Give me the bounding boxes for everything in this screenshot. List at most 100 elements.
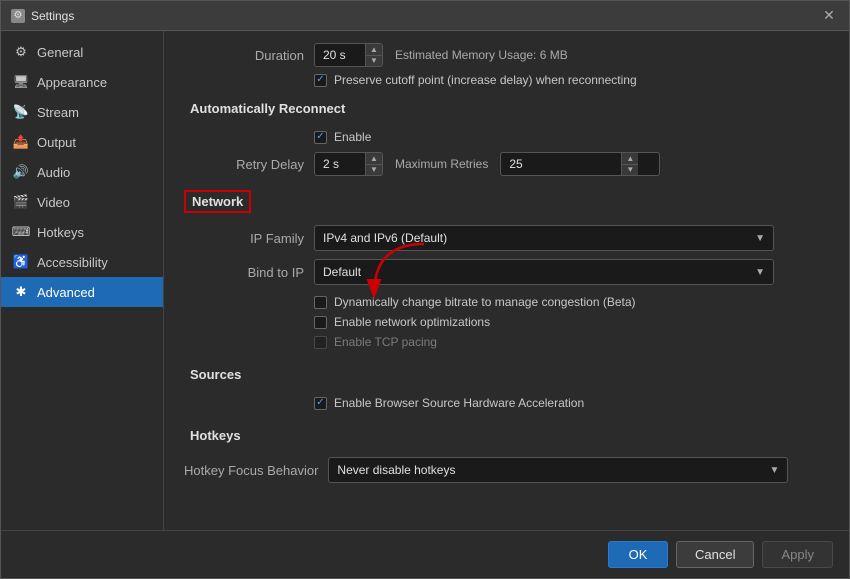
hotkey-focus-dropdown[interactable]: Never disable hotkeys ▼ — [328, 457, 788, 483]
max-retries-value: 25 — [501, 157, 621, 171]
audio-icon: 🔊 — [13, 164, 29, 180]
hotkeys-title: Hotkeys — [184, 426, 247, 445]
enable-row: Enable — [314, 130, 829, 144]
close-button[interactable]: ✕ — [819, 6, 839, 26]
appearance-icon: 🖥 — [13, 74, 29, 90]
window-title: Settings — [31, 9, 74, 23]
duration-spinner[interactable]: 20 s ▲ ▼ — [314, 43, 383, 67]
auto-reconnect-title: Automatically Reconnect — [184, 99, 351, 118]
retry-delay-btns: ▲ ▼ — [365, 153, 382, 175]
tcp-pacing-row: Enable TCP pacing — [314, 335, 829, 349]
sidebar-label-general: General — [37, 45, 83, 60]
network-section: Network IP Family IPv4 and IPv6 (Default… — [184, 190, 829, 349]
sidebar-item-output[interactable]: 📤 Output — [1, 127, 163, 157]
dynamic-bitrate-row: Dynamically change bitrate to manage con… — [314, 295, 829, 309]
general-icon: ⚙ — [13, 44, 29, 60]
max-retries-label: Maximum Retries — [395, 157, 488, 171]
tcp-pacing-label: Enable TCP pacing — [334, 335, 437, 349]
duration-decrement[interactable]: ▼ — [366, 55, 382, 66]
max-retries-btns: ▲ ▼ — [621, 153, 638, 175]
duration-label: Duration — [184, 48, 304, 63]
title-bar-left: ⚙ Settings — [11, 9, 74, 23]
bind-ip-dropdown[interactable]: Default ▼ — [314, 259, 774, 285]
settings-window: ⚙ Settings ✕ ⚙ General 🖥 Appearance 📡 St… — [0, 0, 850, 579]
hotkeys-section: Hotkeys Hotkey Focus Behavior Never disa… — [184, 426, 829, 483]
sidebar-label-accessibility: Accessibility — [37, 255, 108, 270]
auto-reconnect-header: Automatically Reconnect — [184, 99, 829, 118]
browser-accel-checkbox[interactable] — [314, 397, 327, 410]
enable-label: Enable — [334, 130, 371, 144]
ip-family-dropdown[interactable]: IPv4 and IPv6 (Default) ▼ — [314, 225, 774, 251]
network-opt-label: Enable network optimizations — [334, 315, 490, 329]
preserve-checkbox[interactable] — [314, 74, 327, 87]
hotkey-focus-label: Hotkey Focus Behavior — [184, 463, 318, 478]
sidebar-item-advanced[interactable]: ✱ Advanced — [1, 277, 163, 307]
hotkey-focus-value: Never disable hotkeys — [337, 463, 455, 477]
preserve-label: Preserve cutoff point (increase delay) w… — [334, 73, 637, 87]
sources-section: Sources Enable Browser Source Hardware A… — [184, 365, 829, 410]
accessibility-icon: ♿ — [13, 254, 29, 270]
sources-header: Sources — [184, 365, 829, 384]
enable-checkbox[interactable] — [314, 131, 327, 144]
sidebar: ⚙ General 🖥 Appearance 📡 Stream 📤 Output… — [1, 31, 164, 530]
ip-family-row: IP Family IPv4 and IPv6 (Default) ▼ — [184, 225, 829, 251]
network-title: Network — [184, 190, 251, 213]
sidebar-item-appearance[interactable]: 🖥 Appearance — [1, 67, 163, 97]
bind-ip-label: Bind to IP — [184, 265, 304, 280]
hotkey-focus-arrow-icon: ▼ — [770, 465, 780, 476]
max-retries-spinner[interactable]: 25 ▲ ▼ — [500, 152, 660, 176]
retry-delay-decrement[interactable]: ▼ — [366, 164, 382, 175]
advanced-icon: ✱ — [13, 284, 29, 300]
sidebar-label-advanced: Advanced — [37, 285, 95, 300]
output-icon: 📤 — [13, 134, 29, 150]
max-retries-increment[interactable]: ▲ — [622, 153, 638, 164]
title-bar: ⚙ Settings ✕ — [1, 1, 849, 31]
apply-button[interactable]: Apply — [762, 541, 833, 568]
hotkeys-icon: ⌨ — [13, 224, 29, 240]
ok-button[interactable]: OK — [608, 541, 668, 568]
retry-row: Retry Delay 2 s ▲ ▼ Maximum Retries 25 ▲ — [184, 152, 829, 176]
content-area: ⚙ General 🖥 Appearance 📡 Stream 📤 Output… — [1, 31, 849, 530]
retry-delay-spinner[interactable]: 2 s ▲ ▼ — [314, 152, 383, 176]
retry-delay-label: Retry Delay — [184, 157, 304, 172]
ip-family-label: IP Family — [184, 231, 304, 246]
video-icon: 🎬 — [13, 194, 29, 210]
memory-usage-text: Estimated Memory Usage: 6 MB — [395, 48, 568, 62]
duration-value: 20 s — [315, 48, 365, 62]
ip-family-arrow-icon: ▼ — [755, 233, 765, 244]
sidebar-label-appearance: Appearance — [37, 75, 107, 90]
bind-ip-arrow-icon: ▼ — [755, 267, 765, 278]
network-opt-row: Enable network optimizations — [314, 315, 829, 329]
duration-spinner-btns: ▲ ▼ — [365, 44, 382, 66]
app-icon: ⚙ — [11, 9, 25, 23]
sidebar-item-general[interactable]: ⚙ General — [1, 37, 163, 67]
sidebar-label-hotkeys: Hotkeys — [37, 225, 84, 240]
dynamic-bitrate-checkbox[interactable] — [314, 296, 327, 309]
max-retries-decrement[interactable]: ▼ — [622, 164, 638, 175]
sidebar-item-stream[interactable]: 📡 Stream — [1, 97, 163, 127]
sidebar-label-audio: Audio — [37, 165, 70, 180]
duration-increment[interactable]: ▲ — [366, 44, 382, 55]
network-header: Network — [184, 190, 829, 213]
sources-title: Sources — [184, 365, 247, 384]
sidebar-item-video[interactable]: 🎬 Video — [1, 187, 163, 217]
tcp-pacing-checkbox[interactable] — [314, 336, 327, 349]
main-content: Duration 20 s ▲ ▼ Estimated Memory Usage… — [164, 31, 849, 530]
stream-icon: 📡 — [13, 104, 29, 120]
dynamic-bitrate-label: Dynamically change bitrate to manage con… — [334, 295, 636, 309]
sidebar-item-accessibility[interactable]: ♿ Accessibility — [1, 247, 163, 277]
bind-ip-row: Bind to IP Default ▼ — [184, 259, 829, 285]
browser-accel-label: Enable Browser Source Hardware Accelerat… — [334, 396, 584, 410]
sidebar-label-output: Output — [37, 135, 76, 150]
network-opt-checkbox[interactable] — [314, 316, 327, 329]
duration-row: Duration 20 s ▲ ▼ Estimated Memory Usage… — [184, 43, 829, 67]
sidebar-label-video: Video — [37, 195, 70, 210]
bottom-bar: OK Cancel Apply — [1, 530, 849, 578]
sidebar-item-hotkeys[interactable]: ⌨ Hotkeys — [1, 217, 163, 247]
sidebar-item-audio[interactable]: 🔊 Audio — [1, 157, 163, 187]
cancel-button[interactable]: Cancel — [676, 541, 754, 568]
sidebar-label-stream: Stream — [37, 105, 79, 120]
retry-delay-increment[interactable]: ▲ — [366, 153, 382, 164]
ip-family-value: IPv4 and IPv6 (Default) — [323, 231, 447, 245]
bind-ip-value: Default — [323, 265, 361, 279]
